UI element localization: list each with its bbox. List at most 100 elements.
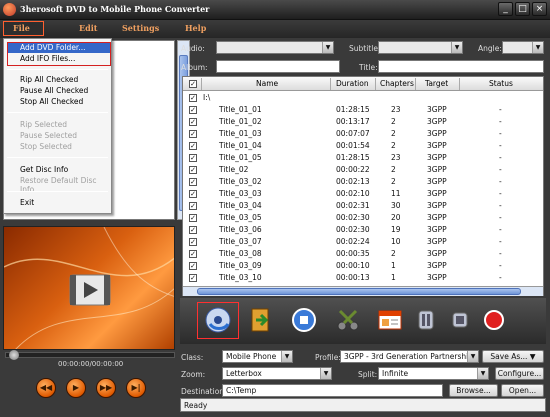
class-select[interactable]: Mobile Phone ▼ (222, 350, 293, 363)
row-checkbox[interactable]: ✓ (189, 202, 197, 210)
table-row[interactable]: ✓ Title_03_08 00:00:35 2 3GPP - (183, 248, 543, 260)
table-row[interactable]: ✓ Title_03_09 00:00:10 1 3GPP - (183, 260, 543, 272)
edit-button[interactable] (376, 306, 404, 334)
seek-bar[interactable] (5, 350, 175, 360)
row-checkbox[interactable]: ✓ (189, 274, 197, 282)
maximize-button[interactable]: □ (515, 2, 530, 16)
subtitle-select[interactable]: ▼ (378, 41, 463, 54)
save-as-button[interactable]: Save As... ▼ (482, 350, 544, 363)
album-label: Album: (181, 63, 208, 72)
profile-select[interactable]: 3GPP - 3rd Generation Partnershi ▼ (340, 350, 479, 363)
column-status[interactable]: Status (489, 79, 513, 88)
row-checkbox[interactable]: ✓ (189, 118, 197, 126)
menu-get-disc-info[interactable]: Get Disc Info (20, 165, 68, 174)
pause-button[interactable] (412, 306, 440, 334)
close-button[interactable]: × (532, 2, 547, 16)
menu-file[interactable]: File (13, 23, 30, 33)
column-target[interactable]: Target (425, 79, 448, 88)
zoom-select[interactable]: Letterbox ▼ (222, 367, 332, 380)
row-checkbox[interactable]: ✓ (189, 238, 197, 246)
audio-select[interactable]: ▼ (216, 41, 334, 54)
row-checkbox[interactable]: ✓ (189, 94, 197, 102)
stop-button[interactable] (446, 306, 474, 334)
table-row[interactable]: ✓ Title_03_10 00:00:13 1 3GPP - (183, 272, 543, 284)
table-row[interactable]: ✓ Title_01_04 00:01:54 2 3GPP - (183, 140, 543, 152)
rewind-button[interactable]: ◀◀ (36, 378, 56, 398)
angle-select[interactable]: ▼ (502, 41, 544, 54)
split-select[interactable]: Infinite ▼ (378, 367, 489, 380)
table-horizontal-scrollbar[interactable] (183, 286, 543, 296)
add-dvd-button[interactable] (204, 306, 232, 334)
table-row[interactable]: ✓ Title_03_02 00:02:13 2 3GPP - (183, 176, 543, 188)
app-icon (3, 3, 16, 16)
scissors-icon (337, 309, 359, 331)
class-value: Mobile Phone (226, 352, 277, 361)
table-row[interactable]: ✓ Title_03_03 00:02:10 11 3GPP - (183, 188, 543, 200)
table-row[interactable]: ✓ Title_02 00:00:22 2 3GPP - (183, 164, 543, 176)
cell-name: Title_03_10 (219, 273, 262, 282)
row-checkbox[interactable]: ✓ (189, 130, 197, 138)
open-button[interactable]: Open... (501, 384, 544, 397)
cell-chapters: 2 (391, 141, 396, 150)
table-row[interactable]: ✓ Title_01_05 01:28:15 23 3GPP - (183, 152, 543, 164)
row-checkbox[interactable]: ✓ (189, 106, 197, 114)
row-checkbox[interactable]: ✓ (189, 262, 197, 270)
scrollbar-thumb[interactable] (197, 288, 521, 295)
menu-exit[interactable]: Exit (20, 198, 34, 207)
title-bar[interactable]: 3herosoft DVD to Mobile Phone Converter … (0, 0, 550, 20)
add-file-button[interactable] (246, 306, 274, 334)
menu-add-dvd-folder[interactable]: Add DVD Folder... (20, 43, 85, 52)
column-name[interactable]: Name (256, 79, 278, 88)
menu-edit[interactable]: Edit (79, 23, 97, 33)
menu-add-ifo-files[interactable]: Add IFO Files... (20, 54, 75, 63)
column-duration[interactable]: Duration (336, 79, 369, 88)
cell-target: 3GPP (427, 117, 447, 126)
title-table[interactable]: ✓ Name Duration Chapters Target Status ✓… (182, 76, 544, 296)
record-button[interactable] (480, 306, 508, 334)
cell-status: - (499, 177, 502, 186)
menu-pause-all-checked[interactable]: Pause All Checked (20, 86, 88, 95)
cell-name: Title_01_05 (219, 153, 262, 162)
chevron-down-icon: ▼ (532, 42, 543, 53)
album-input[interactable] (216, 60, 340, 73)
play-button[interactable]: ▶ (66, 378, 86, 398)
table-row[interactable]: ✓ Title_01_03 00:07:07 2 3GPP - (183, 128, 543, 140)
column-chapters[interactable]: Chapters (380, 79, 414, 88)
table-row[interactable]: ✓ Title_01_02 00:13:17 2 3GPP - (183, 116, 543, 128)
row-checkbox[interactable]: ✓ (189, 154, 197, 162)
next-frame-button[interactable]: ▶| (126, 378, 146, 398)
menu-settings[interactable]: Settings (122, 23, 159, 33)
split-value: Infinite (382, 369, 409, 378)
table-root-row[interactable]: ✓ I:\ (183, 92, 543, 104)
title-input[interactable] (378, 60, 544, 73)
table-row[interactable]: ✓ Title_03_06 00:02:30 19 3GPP - (183, 224, 543, 236)
menu-help[interactable]: Help (185, 23, 206, 33)
table-row[interactable]: ✓ Title_01_01 01:28:15 23 3GPP - (183, 104, 543, 116)
table-row[interactable]: ✓ Title_03_04 00:02:31 30 3GPP - (183, 200, 543, 212)
row-checkbox[interactable]: ✓ (189, 190, 197, 198)
convert-button[interactable] (290, 306, 318, 334)
destination-input[interactable]: C:\Temp (222, 384, 443, 397)
clip-button[interactable] (334, 306, 362, 334)
class-label: Class: (181, 353, 204, 362)
cell-status: - (499, 129, 502, 138)
row-checkbox[interactable]: ✓ (189, 226, 197, 234)
configure-button[interactable]: Configure... (495, 367, 544, 380)
row-checkbox[interactable]: ✓ (189, 166, 197, 174)
select-all-checkbox[interactable]: ✓ (189, 80, 197, 88)
row-checkbox[interactable]: ✓ (189, 178, 197, 186)
row-checkbox[interactable]: ✓ (189, 214, 197, 222)
browse-button[interactable]: Browse... (449, 384, 498, 397)
fast-forward-button[interactable]: ▶▶ (96, 378, 116, 398)
row-checkbox[interactable]: ✓ (189, 142, 197, 150)
menu-rip-all-checked[interactable]: Rip All Checked (20, 75, 78, 84)
menu-stop-all-checked[interactable]: Stop All Checked (20, 97, 83, 106)
seek-handle[interactable] (9, 350, 19, 360)
row-checkbox[interactable]: ✓ (189, 250, 197, 258)
table-row[interactable]: ✓ Title_03_05 00:02:30 20 3GPP - (183, 212, 543, 224)
menu-separator (7, 69, 108, 70)
cell-duration: 00:02:30 (336, 213, 370, 222)
table-row[interactable]: ✓ Title_03_07 00:02:24 10 3GPP - (183, 236, 543, 248)
chevron-down-icon: ▼ (477, 368, 488, 379)
minimize-button[interactable]: _ (498, 2, 513, 16)
